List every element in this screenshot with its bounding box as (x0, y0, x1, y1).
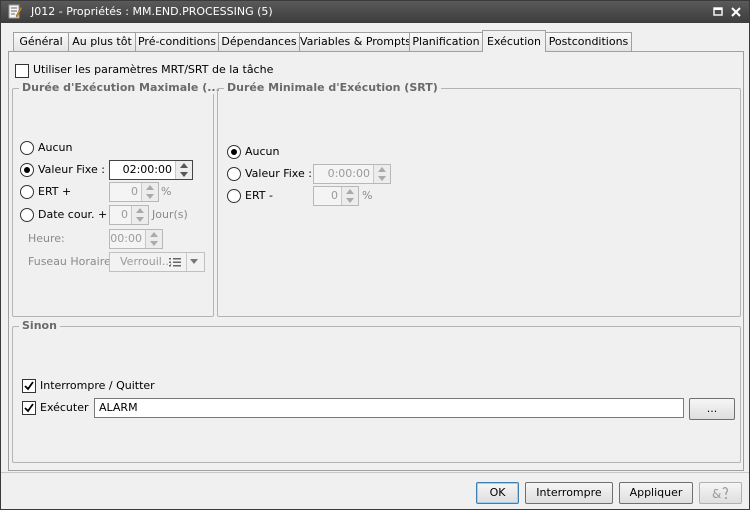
mrt-ert-unit: % (161, 185, 172, 198)
mrt-none-radio[interactable] (20, 141, 34, 155)
use-task-params-label: Utiliser les paramètres MRT/SRT de la tâ… (33, 63, 274, 76)
srt-fixed-spinner[interactable]: 0:00:00 (313, 164, 391, 184)
mrt-ert-value: 0 (131, 185, 138, 198)
tab-general[interactable]: Général (13, 32, 69, 51)
tab-preconditions[interactable]: Pré-conditions (135, 32, 219, 51)
mrt-date-label: Date cour. + (38, 208, 108, 221)
abort-label: Interrompre / Quitter (40, 379, 155, 392)
footer-separator (1, 472, 749, 473)
mrt-none-label: Aucun (38, 141, 73, 154)
mrt-fixed-stepper[interactable] (175, 161, 192, 179)
execute-checkbox[interactable] (22, 401, 36, 415)
srt-fixed-label: Valeur Fixe : (245, 167, 312, 180)
else-group: Sinon Interrompre / Quitter Exécuter ALA… (12, 319, 741, 463)
mrt-ert-spinner[interactable]: 0 (109, 182, 159, 202)
mrt-timezone-label: Fuseau Horaire: (28, 255, 115, 268)
mrt-date-radio[interactable] (20, 208, 34, 222)
title-bar[interactable]: J012 - Propriétés : MM.END.PROCESSING (5… (1, 1, 749, 23)
mrt-date-unit: Jour(s) (152, 208, 188, 221)
execute-object-input[interactable]: ALARM (94, 398, 684, 418)
properties-window: J012 - Propriétés : MM.END.PROCESSING (5… (0, 0, 750, 510)
tab-planning[interactable]: Planification (409, 32, 483, 51)
srt-group-title: Durée Minimale d'Exécution (SRT) (224, 81, 441, 94)
tab-dependencies[interactable]: Dépendances (218, 32, 300, 51)
srt-ert-spinner[interactable]: 0 (313, 186, 359, 206)
else-group-title: Sinon (19, 319, 60, 332)
combo-separator (186, 253, 187, 271)
mrt-timezone-combo[interactable]: Verrouil... (109, 252, 205, 272)
abort-button[interactable]: Interrompre (525, 482, 613, 504)
srt-ert-unit: % (362, 189, 373, 202)
abort-checkbox[interactable] (22, 379, 36, 393)
browse-button[interactable]: ... (689, 398, 735, 420)
mrt-date-value: 0 (121, 208, 128, 221)
close-icon[interactable] (728, 4, 744, 20)
mrt-hour-spinner[interactable]: 00:00 (109, 229, 163, 249)
help-icon: & (712, 486, 728, 501)
help-button[interactable]: & (699, 482, 742, 504)
chevron-down-icon[interactable] (189, 258, 199, 266)
execute-label: Exécuter (40, 401, 89, 414)
srt-fixed-value: 0:00:00 (327, 167, 370, 180)
mrt-hour-stepper[interactable] (145, 230, 162, 248)
ok-button[interactable]: OK (476, 482, 519, 504)
mrt-group-title: Durée d'Exécution Maximale (... (19, 81, 223, 94)
tab-variables-prompts[interactable]: Variables & Prompts (299, 32, 411, 51)
mrt-ert-stepper[interactable] (141, 183, 158, 201)
mrt-hour-label: Heure: (28, 232, 65, 245)
mrt-fixed-value: 02:00:00 (122, 163, 172, 176)
checkmark-icon (24, 381, 34, 391)
srt-fixed-stepper[interactable] (373, 165, 390, 183)
list-icon[interactable] (168, 256, 182, 268)
srt-ert-value: 0 (331, 189, 338, 202)
tab-earliest[interactable]: Au plus tôt (68, 32, 136, 51)
checkmark-icon (24, 403, 34, 413)
mrt-ert-radio[interactable] (20, 185, 34, 199)
mrt-fixed-spinner[interactable]: 02:00:00 (109, 160, 193, 180)
tab-postconditions[interactable]: Postconditions (545, 32, 632, 51)
srt-ert-label: ERT - (245, 189, 273, 202)
execution-panel: Utiliser les paramètres MRT/SRT de la tâ… (8, 51, 744, 471)
svg-text:&: & (712, 487, 721, 501)
srt-ert-stepper[interactable] (341, 187, 358, 205)
mrt-timezone-value: Verrouil... (120, 255, 173, 268)
srt-fixed-radio[interactable] (227, 167, 241, 181)
apply-button[interactable]: Appliquer (619, 482, 693, 504)
window-title: J012 - Propriétés : MM.END.PROCESSING (5… (31, 5, 273, 18)
srt-none-radio[interactable] (227, 145, 241, 159)
tab-execution[interactable]: Exécution (482, 30, 546, 52)
properties-icon (8, 4, 22, 19)
srt-group: Durée Minimale d'Exécution (SRT) Aucun V… (217, 81, 741, 317)
mrt-group: Durée d'Exécution Maximale (... Aucun Va… (12, 81, 223, 317)
mrt-date-spinner[interactable]: 0 (109, 205, 149, 225)
mrt-ert-label: ERT + (38, 185, 72, 198)
execute-object-value: ALARM (99, 401, 138, 414)
use-task-params-checkbox[interactable] (15, 64, 29, 78)
srt-ert-radio[interactable] (227, 189, 241, 203)
mrt-date-stepper[interactable] (131, 206, 148, 224)
mrt-hour-value: 00:00 (110, 232, 142, 245)
srt-none-label: Aucun (245, 145, 280, 158)
mrt-fixed-radio[interactable] (20, 163, 34, 177)
maximize-icon[interactable] (710, 4, 726, 20)
mrt-fixed-label: Valeur Fixe : (38, 163, 105, 176)
